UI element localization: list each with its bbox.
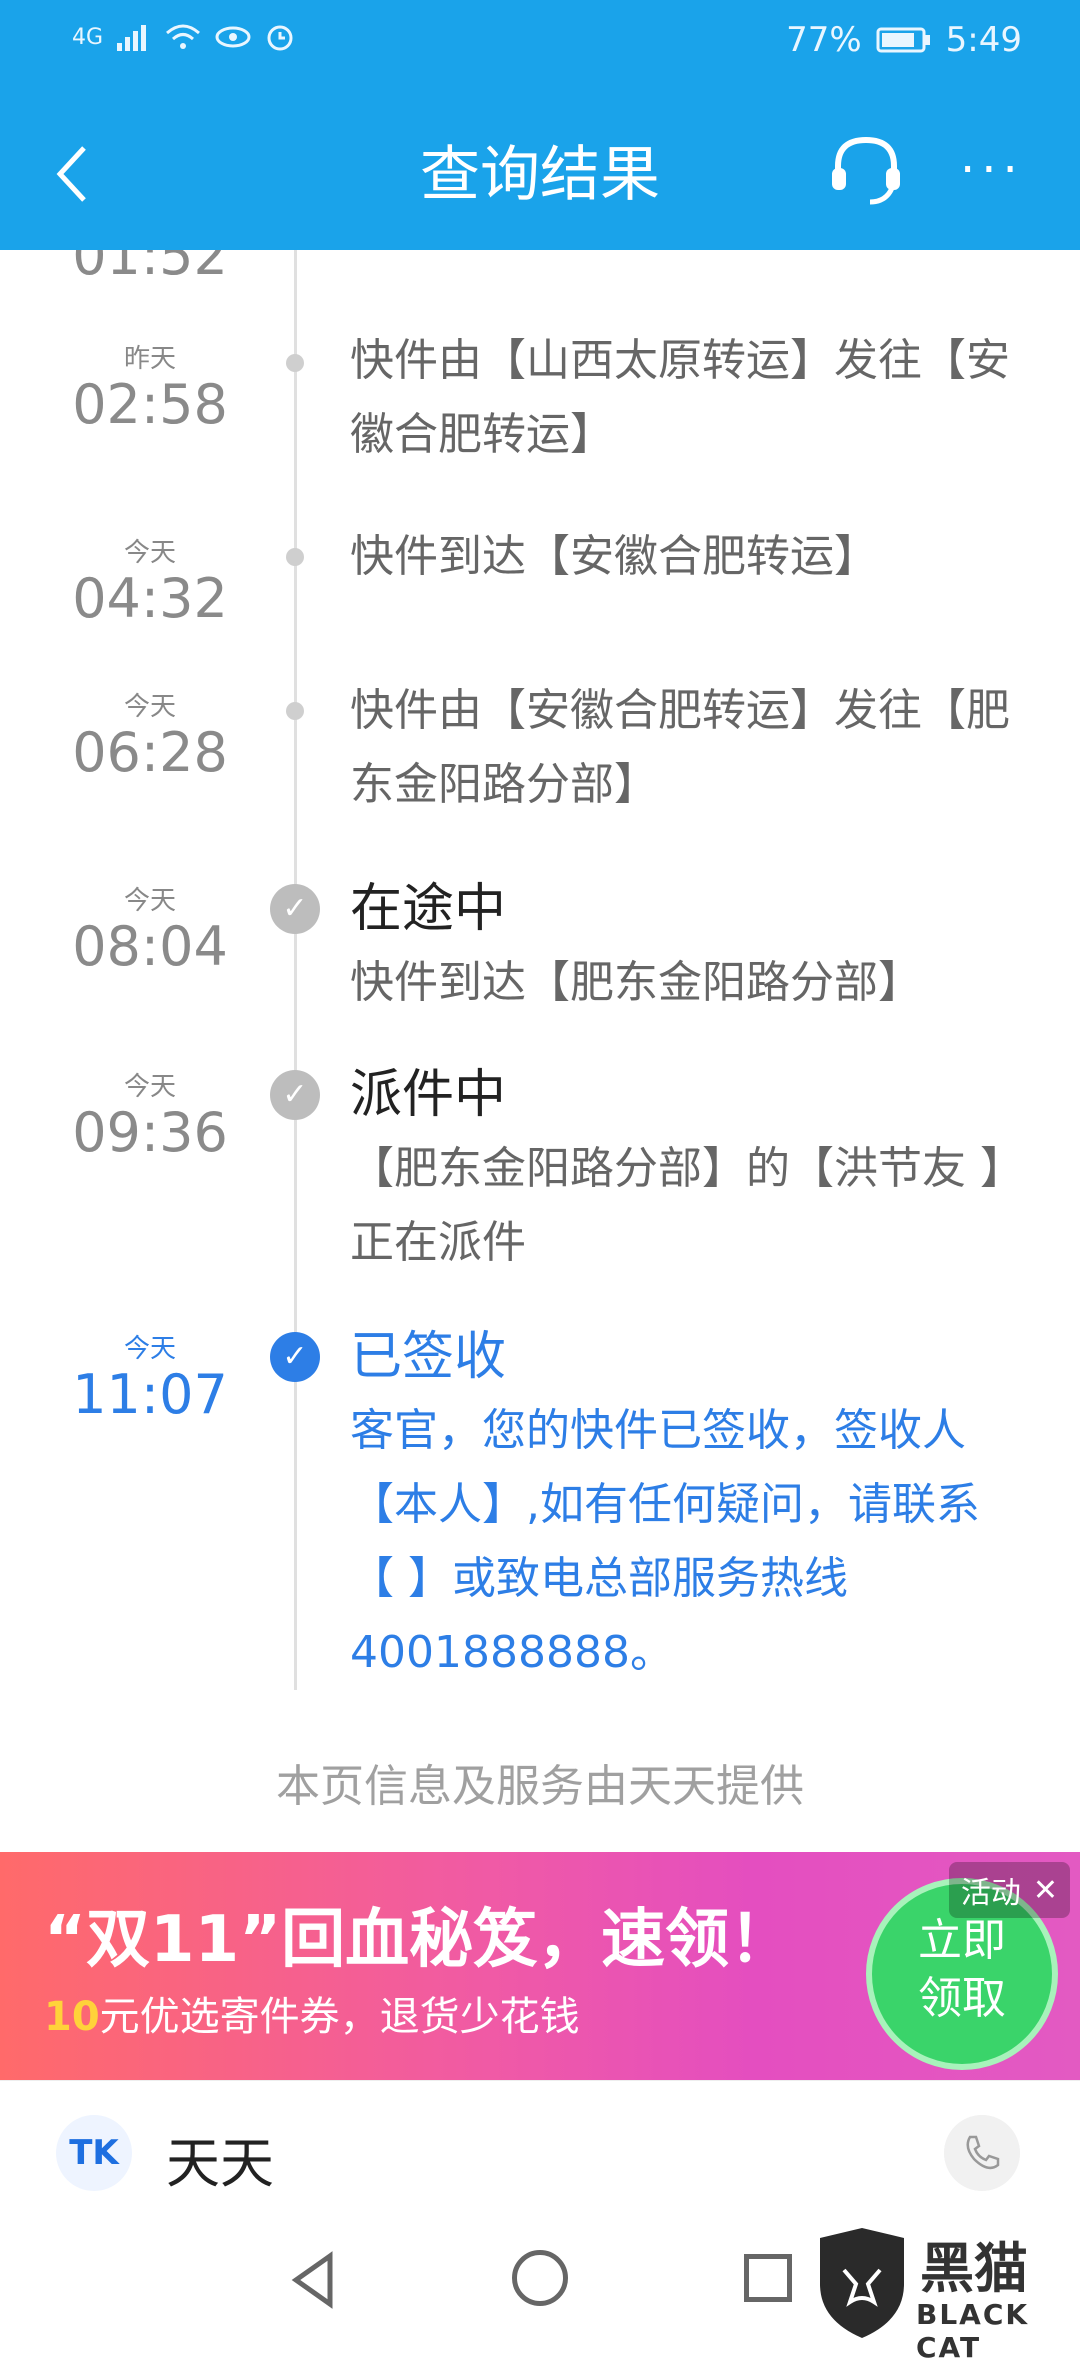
promo-banner[interactable]: “双11”回血秘笈，速领！ 10元优选寄件券，退货少花钱 立即领取 活动 ✕ <box>0 1852 1080 2080</box>
time-column: 今天 04:32 <box>70 532 230 629</box>
entry-day: 今天 <box>123 538 176 568</box>
time-column: 01:52 <box>70 250 230 286</box>
time-column: 今天 06:28 <box>70 686 230 783</box>
timeline-dot <box>286 354 304 372</box>
eye-icon <box>215 26 251 48</box>
entry-time: 06:28 <box>72 721 228 784</box>
entry-description: 【肥东金阳路分部】的【洪节友 】正在派件 <box>350 1143 1002 1268</box>
checkmark-icon: ✓ <box>270 884 320 934</box>
clock: 5:49 <box>945 20 1022 60</box>
watermark-logo: 黑猫 BLACK CAT <box>810 2224 1080 2364</box>
entry-time: 08:04 <box>72 915 228 978</box>
banner-title: “双11”回血秘笈，速领！ <box>44 1903 794 1977</box>
headset-icon[interactable] <box>826 130 906 210</box>
entry-description: 客官，您的快件已签收，签收人【本人】,如有任何疑问，请联系【 】或致电总部服务热… <box>350 1405 980 1678</box>
tracking-timeline: 01:52 昨天 02:58 快件由【山西太原转运】发往【安徽合肥转运】 今天 … <box>0 250 1080 1700</box>
network-label: 4G <box>72 24 104 50</box>
entry-content: 派件中 【肥东金阳路分部】的【洪节友 】正在派件 <box>350 1058 1010 1280</box>
signal-icon <box>117 25 147 51</box>
activity-tag: 活动 ✕ <box>948 1862 1070 1918</box>
signed-check-icon: ✓ <box>270 1332 320 1382</box>
entry-status: 已签收 <box>350 1327 507 1387</box>
entry-description: 快件到达【肥东金阳路分部】 <box>350 957 922 1008</box>
time-column: 今天 11:07 <box>70 1328 230 1425</box>
status-bar: 4G 77% 5:49 <box>0 0 1080 90</box>
timeline-line <box>294 250 297 1690</box>
phone-icon[interactable] <box>944 2115 1020 2191</box>
entry-content: 在途中 快件到达【肥东金阳路分部】 <box>350 872 1010 1020</box>
entry-time: 09:36 <box>72 1101 228 1164</box>
courier-logo: TK <box>56 2115 132 2191</box>
entry-day: 今天 <box>123 692 176 722</box>
entry-content: 已签收 客官，您的快件已签收，签收人【本人】,如有任何疑问，请联系【 】或致电总… <box>350 1320 1010 1690</box>
banner-highlight: 10 <box>44 1994 100 2040</box>
checkmark-icon: ✓ <box>270 1070 320 1120</box>
close-icon[interactable]: ✕ <box>1033 1873 1058 1908</box>
alarm-icon <box>267 25 293 51</box>
nav-home-icon[interactable] <box>512 2250 568 2306</box>
entry-description: 快件由【安徽合肥转运】发往【肥东金阳路分部】 <box>350 685 1010 810</box>
courier-bar[interactable]: TK 天天 <box>0 2080 1080 2221</box>
battery-icon <box>876 27 930 53</box>
nav-back-icon[interactable] <box>288 2250 338 2310</box>
watermark-cn: 黑猫 <box>920 2237 1028 2300</box>
entry-status: 派件中 <box>350 1065 507 1125</box>
nav-recent-icon[interactable] <box>744 2254 792 2302</box>
provider-note: 本页信息及服务由天天提供 <box>276 1761 804 1812</box>
entry-status: 在途中 <box>350 879 507 939</box>
timeline-dot <box>286 702 304 720</box>
entry-day: 今天 <box>123 1334 176 1364</box>
status-left: 4G <box>72 22 295 52</box>
banner-subtitle-text: 元优选寄件券，退货少花钱 <box>99 1994 580 2040</box>
battery-percent: 77% <box>786 20 862 60</box>
time-column: 昨天 02:58 <box>70 338 230 435</box>
cat-shield-icon <box>820 2228 904 2338</box>
activity-label: 活动 <box>960 1876 1021 1911</box>
claim-line2: 领取 <box>918 1973 1006 2024</box>
entry-time: 11:07 <box>72 1363 228 1426</box>
page-title: 查询结果 <box>420 140 660 210</box>
courier-name: 天天 <box>166 2132 274 2195</box>
entry-description: 快件由【山西太原转运】发往【安徽合肥转运】 <box>350 335 1010 460</box>
entry-day: 今天 <box>123 1072 176 1102</box>
app-bar: 查询结果 ··· <box>0 90 1080 250</box>
timeline-dot <box>286 548 304 566</box>
more-dots-icon[interactable]: ··· <box>960 142 1040 202</box>
watermark-en: BLACK CAT <box>916 2298 1030 2364</box>
time-column: 今天 09:36 <box>70 1066 230 1163</box>
banner-subtitle: 10元优选寄件券，退货少花钱 <box>44 1984 580 2042</box>
time-column: 今天 08:04 <box>70 880 230 977</box>
entry-day: 今天 <box>123 886 176 916</box>
entry-time: 01:52 <box>72 250 228 287</box>
entry-time: 04:32 <box>72 567 228 630</box>
entry-description: 快件到达【安徽合肥转运】 <box>350 531 878 582</box>
status-right: 77% 5:49 <box>786 20 1022 60</box>
wifi-icon <box>166 24 201 49</box>
entry-day: 昨天 <box>123 344 176 374</box>
claim-line1: 立即 <box>918 1915 1006 1966</box>
entry-time: 02:58 <box>72 373 228 436</box>
